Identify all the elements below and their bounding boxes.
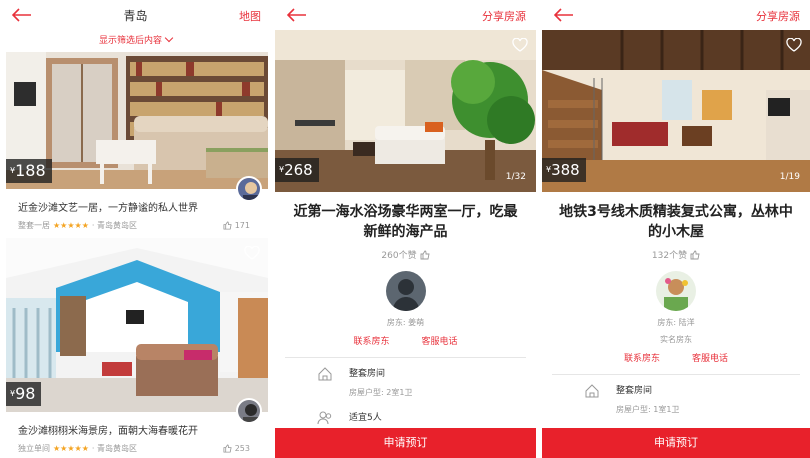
listing-title: 地铁3号线木质精装复式公寓，丛林中的小木屋 — [559, 204, 793, 240]
likes-value: 171 — [234, 221, 250, 230]
heart-icon[interactable] — [244, 246, 260, 260]
thumbs-up-icon — [223, 221, 232, 230]
filter-toggle[interactable]: 显示筛选后内容 — [0, 30, 271, 52]
host-avatar[interactable] — [236, 398, 262, 424]
likes-count: 253 — [223, 444, 250, 453]
host-name: 房东: 姜萌 — [386, 318, 425, 327]
likes-count[interactable]: 132个赞 — [542, 248, 810, 261]
heart-icon[interactable] — [512, 38, 528, 52]
listing-photo[interactable]: ¥98 — [6, 238, 268, 412]
verified-host-badge: 实名房东 — [660, 335, 692, 344]
listing-meta: 独立单间 ★★★★★ · 青岛黄岛区 253 — [6, 443, 268, 454]
price-value: 98 — [15, 384, 36, 403]
price-tag: ¥98 — [6, 382, 42, 406]
house-icon — [585, 384, 599, 398]
price-tag: ¥268 — [275, 158, 319, 182]
contact-links: 联系房东 客服电话 — [542, 351, 810, 364]
people-icon — [317, 411, 332, 425]
listing-meta: 整套一居 ★★★★★ · 青岛黄岛区 171 — [6, 220, 268, 231]
location: 青岛黄岛区 — [96, 444, 137, 453]
likes-value: 260个赞 — [381, 251, 417, 261]
listing-title: 近第一海水浴场豪华两室一厅，吃最新鲜的海产品 — [293, 204, 518, 240]
thumbs-up-icon — [420, 250, 430, 259]
facility-subtitle: 房屋户型: 2室1卫 — [349, 388, 413, 397]
contact-host-link[interactable]: 联系房东 — [624, 351, 660, 364]
location: 青岛黄岛区 — [96, 221, 137, 230]
photo-counter: 1/32 — [505, 172, 526, 182]
listing-screen: 青岛 地图 显示筛选后内容 ¥188 近金沙滩文艺一居，一方静谧的私人世界 整套… — [0, 0, 271, 458]
contact-links: 联系房东 客服电话 — [275, 334, 536, 347]
facility-title: 适宜5人 — [349, 413, 382, 423]
host-avatar[interactable] — [385, 271, 426, 311]
rating-stars: ★★★★★ — [53, 444, 89, 453]
facility-title: 整套房间 — [616, 386, 653, 396]
book-button[interactable]: 申请预订 — [275, 428, 536, 458]
city-title: 青岛 — [123, 8, 148, 23]
listing-title[interactable]: 近金沙滩文艺一居，一方静谧的私人世界 — [6, 199, 268, 214]
host-name: 房东: 陆洋 — [657, 318, 695, 327]
listing-card[interactable]: ¥98 金沙滩栩栩米海景房，面朝大海春暖花开 独立单间 ★★★★★ · 青岛黄岛… — [6, 238, 268, 454]
back-arrow-icon[interactable] — [12, 8, 32, 22]
host-avatar[interactable] — [236, 176, 262, 202]
price-value: 388 — [551, 161, 580, 179]
back-arrow-icon[interactable] — [287, 8, 307, 22]
thumbs-up-icon — [690, 250, 700, 259]
likes-value: 132个赞 — [651, 251, 688, 261]
service-phone-link[interactable]: 客服电话 — [692, 351, 728, 364]
listing-photo[interactable]: ¥188 — [6, 52, 268, 189]
facility-subtitle: 房屋户型: 1室1卫 — [616, 405, 680, 414]
listing-card[interactable]: ¥188 近金沙滩文艺一居，一方静谧的私人世界 整套一居 ★★★★★ · 青岛黄… — [6, 52, 268, 231]
price-tag: ¥188 — [6, 159, 52, 183]
top-bar: 青岛 地图 — [0, 0, 271, 30]
thumbs-up-icon — [223, 444, 232, 453]
share-button[interactable]: 分享房源 — [482, 8, 526, 24]
likes-count: 171 — [223, 221, 250, 230]
detail-screen: 分享房源 ¥268 1/32 近第一海水浴场豪华两室一厅，吃最新鲜的海产品 26… — [275, 0, 536, 458]
detail-screen: 分享房源 ¥388 1/19 地铁3号线木质精装复式公寓，丛林中的小木屋 132… — [542, 0, 810, 458]
listing-title[interactable]: 金沙滩栩栩米海景房，面朝大海春暖花开 — [6, 422, 268, 437]
book-button[interactable]: 申请预订 — [542, 428, 810, 458]
share-button[interactable]: 分享房源 — [756, 8, 800, 24]
room-type: 整套一居 — [18, 221, 50, 230]
photo-carousel[interactable]: ¥268 1/32 — [275, 30, 536, 192]
filter-label: 显示筛选后内容 — [98, 36, 162, 46]
price-value: 188 — [15, 161, 46, 180]
service-phone-link[interactable]: 客服电话 — [422, 334, 458, 347]
rating-stars: ★★★★★ — [53, 221, 89, 230]
photo-carousel[interactable]: ¥388 1/19 — [542, 30, 810, 192]
contact-host-link[interactable]: 联系房东 — [353, 334, 389, 347]
top-bar: 分享房源 — [275, 0, 536, 30]
price-tag: ¥388 — [542, 158, 586, 182]
photo-counter: 1/19 — [779, 172, 800, 182]
house-icon — [318, 367, 332, 381]
room-type: 独立单间 — [18, 444, 50, 453]
likes-count[interactable]: 260个赞 — [275, 248, 536, 261]
map-button[interactable]: 地图 — [239, 8, 261, 24]
heart-icon[interactable] — [786, 38, 802, 52]
back-arrow-icon[interactable] — [554, 8, 574, 22]
living-room-photo — [6, 238, 268, 412]
facility-title: 整套房间 — [349, 369, 386, 379]
likes-value: 253 — [234, 444, 250, 453]
facility-room-type: 整套房间 房屋户型: 1室1卫 — [542, 375, 810, 419]
price-value: 268 — [284, 161, 313, 179]
top-bar: 分享房源 — [542, 0, 810, 30]
facility-room-type: 整套房间 房屋户型: 2室1卫 — [275, 358, 536, 402]
chevron-down-icon — [164, 33, 174, 43]
host-avatar[interactable] — [656, 271, 696, 311]
